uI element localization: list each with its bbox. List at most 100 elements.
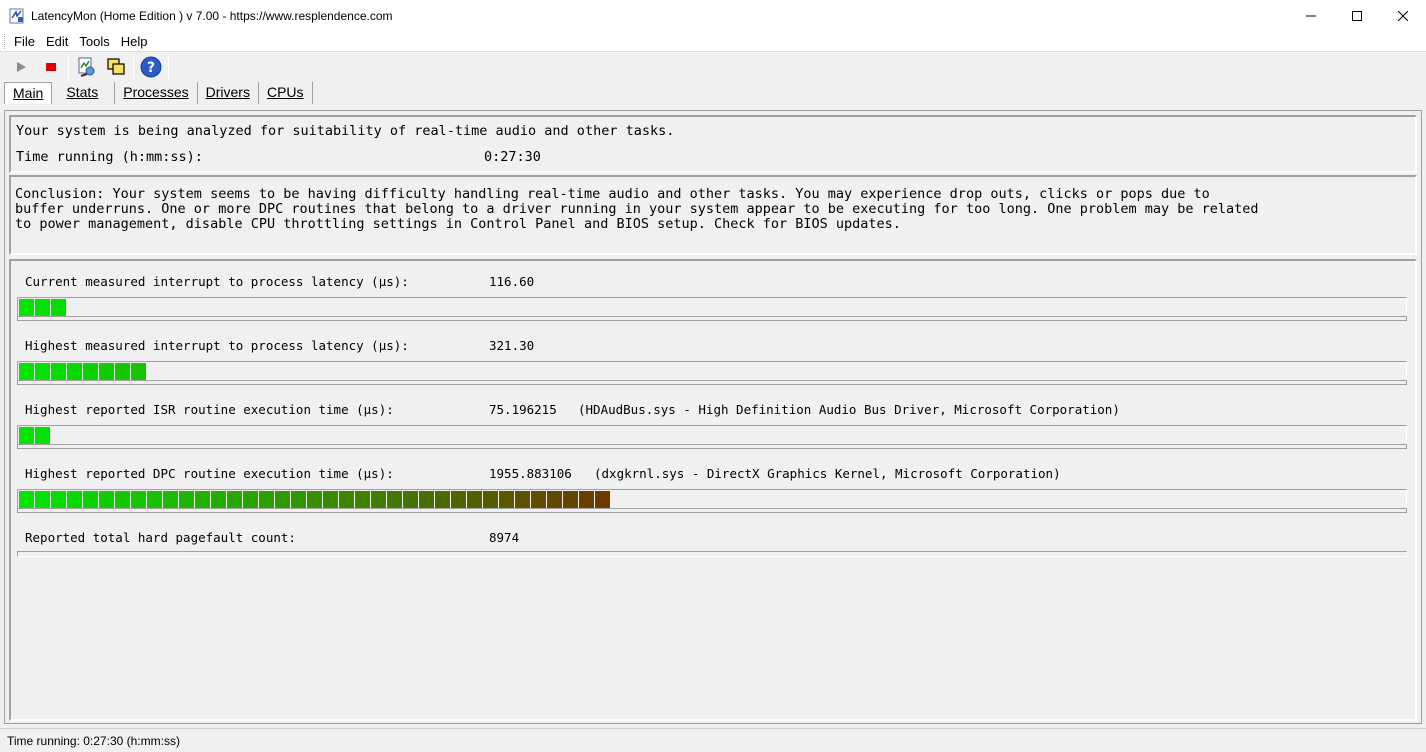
bar-segment <box>547 491 563 509</box>
bar-segment <box>259 491 275 509</box>
conclusion-line-2: buffer underruns. One or more DPC routin… <box>15 201 1259 217</box>
dpc-time-value: 1955.883106 <box>489 466 572 481</box>
bar-segment <box>51 363 67 381</box>
conclusion-line-1: Conclusion: Your system seems to be havi… <box>15 186 1210 202</box>
bar-segment <box>83 363 99 381</box>
tab-drivers[interactable]: Drivers <box>198 82 259 104</box>
current-latency-label: Current measured interrupt to process la… <box>25 274 409 289</box>
bar-segment <box>579 491 595 509</box>
copy-icon <box>107 57 125 75</box>
bar-segment <box>163 491 179 509</box>
bar-segment <box>67 363 83 381</box>
bar-segment <box>131 491 147 509</box>
bar-segment <box>35 363 51 381</box>
bar-segment <box>131 363 147 381</box>
tab-main-label: Main <box>13 85 44 101</box>
tab-cpus[interactable]: CPUs <box>259 82 313 104</box>
bar-segment <box>35 299 51 317</box>
highest-latency-label: Highest measured interrupt to process la… <box>25 338 409 353</box>
start-button[interactable] <box>6 53 36 81</box>
bar-segment <box>35 427 51 445</box>
bar-segment <box>595 491 611 509</box>
play-icon <box>17 61 26 72</box>
bar-segment <box>179 491 195 509</box>
highest-latency-value: 321.30 <box>489 338 535 353</box>
isr-time-driver: (HDAudBus.sys - High Definition Audio Bu… <box>578 402 1120 417</box>
tab-strip: Main Stats Processes Drivers CPUs <box>4 82 313 104</box>
report-button[interactable] <box>71 53 101 81</box>
close-button[interactable] <box>1380 0 1426 31</box>
bar-segments <box>19 299 67 317</box>
tab-stats[interactable]: Stats <box>58 82 116 104</box>
main-page: Your system is being analyzed for suitab… <box>4 110 1422 724</box>
bar-segment <box>115 363 131 381</box>
maximize-button[interactable] <box>1334 0 1380 31</box>
tab-stats-label: Stats <box>66 84 99 100</box>
minimize-icon <box>1306 15 1316 16</box>
stop-button[interactable] <box>36 53 66 81</box>
tab-processes-label: Processes <box>123 84 189 100</box>
bar-segment <box>51 491 67 509</box>
bar-segments <box>19 363 147 381</box>
toolbar: ? <box>0 51 1426 81</box>
bar-segment <box>19 427 35 445</box>
bar-segments <box>19 427 51 445</box>
close-icon <box>1398 10 1408 21</box>
toolbar-separator <box>68 54 69 79</box>
bar-segment <box>83 491 99 509</box>
report-icon <box>78 57 95 77</box>
bar-segment <box>35 491 51 509</box>
bar-segment <box>243 491 259 509</box>
bar-segment <box>451 491 467 509</box>
toolbar-separator <box>168 54 169 79</box>
tab-drivers-label: Drivers <box>205 84 250 100</box>
bar-segment <box>99 363 115 381</box>
status-bar: Time running: 0:27:30 (h:mm:ss) <box>0 728 1426 752</box>
bar-segment <box>147 491 163 509</box>
stop-icon <box>46 62 56 71</box>
bar-segment <box>419 491 435 509</box>
time-running-label: Time running (h:mm:ss): <box>16 149 203 165</box>
title-bar: LatencyMon (Home Edition ) v 7.00 - http… <box>0 0 1426 31</box>
tab-processes[interactable]: Processes <box>115 82 198 104</box>
bar-segment <box>515 491 531 509</box>
analysis-status-panel: Your system is being analyzed for suitab… <box>9 115 1417 173</box>
status-bar-text: Time running: 0:27:30 (h:mm:ss) <box>7 733 180 748</box>
dpc-time-driver: (dxgkrnl.sys - DirectX Graphics Kernel, … <box>594 466 1061 481</box>
bar-segment <box>435 491 451 509</box>
bar-segment <box>291 491 307 509</box>
bar-segment <box>371 491 387 509</box>
isr-time-value: 75.196215 <box>489 402 557 417</box>
pagefault-divider <box>17 551 1407 557</box>
bar-segment <box>19 299 35 317</box>
tab-main[interactable]: Main <box>4 82 53 104</box>
bar-segment <box>99 491 115 509</box>
time-running-value: 0:27:30 <box>484 149 541 165</box>
isr-time-bar <box>17 425 1407 449</box>
bar-segment <box>195 491 211 509</box>
help-button[interactable]: ? <box>136 53 166 81</box>
bar-segment <box>531 491 547 509</box>
copy-button[interactable] <box>101 53 131 81</box>
metrics-panel: Current measured interrupt to process la… <box>9 259 1417 721</box>
isr-time-label: Highest reported ISR routine execution t… <box>25 402 394 417</box>
bar-segment <box>355 491 371 509</box>
menu-edit[interactable]: Edit <box>40 34 73 49</box>
conclusion-panel: Conclusion: Your system seems to be havi… <box>9 175 1417 255</box>
svg-text:?: ? <box>147 60 155 76</box>
menu-tools[interactable]: Tools <box>73 34 114 49</box>
menu-file[interactable]: File <box>8 34 40 49</box>
bar-segment <box>467 491 483 509</box>
menu-bar: File Edit Tools Help <box>0 31 1426 51</box>
bar-segment <box>483 491 499 509</box>
bar-segment <box>227 491 243 509</box>
toolbar-separator <box>133 54 134 79</box>
menu-help[interactable]: Help <box>115 34 153 49</box>
help-icon: ? <box>140 56 162 77</box>
bar-segment <box>19 491 35 509</box>
current-latency-bar <box>17 297 1407 321</box>
bar-segment <box>563 491 579 509</box>
bar-segment <box>403 491 419 509</box>
current-latency-value: 116.60 <box>489 274 535 289</box>
minimize-button[interactable] <box>1288 0 1334 31</box>
